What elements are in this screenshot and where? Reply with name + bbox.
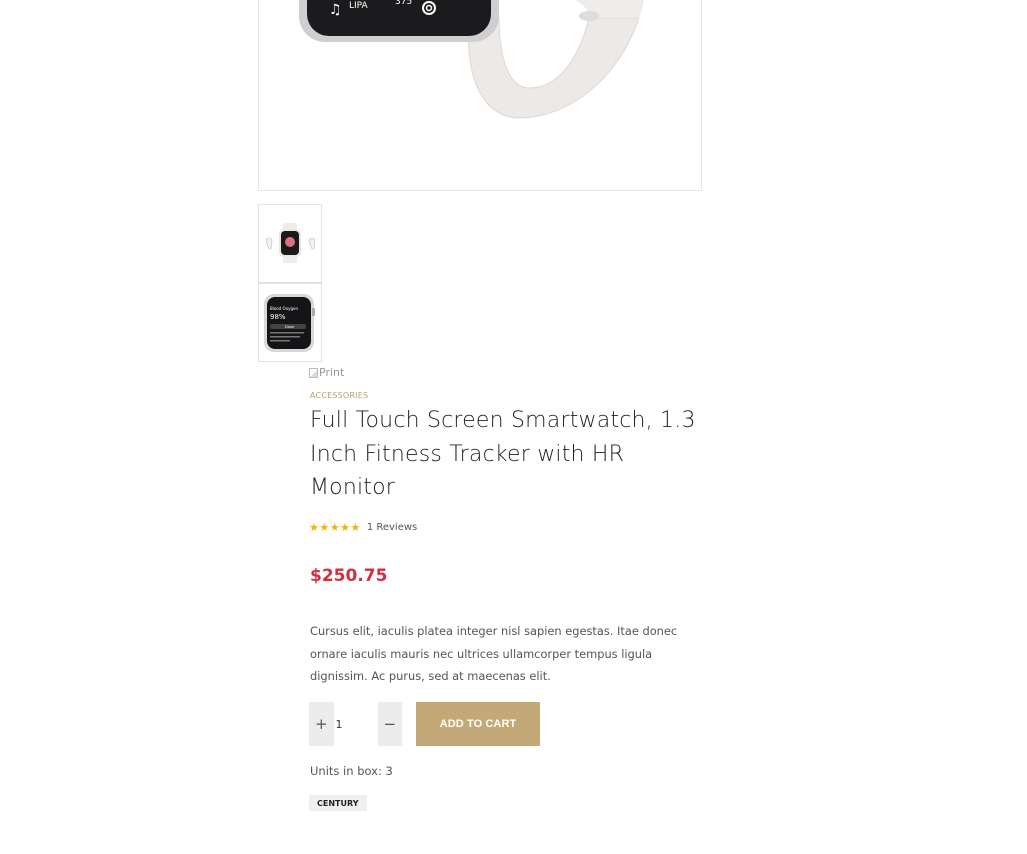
thumbnail-1[interactable] [258,204,322,283]
quantity-increase-button[interactable]: + [309,702,334,746]
watch-text-lipa: LIPA [349,1,369,11]
product-title: Full Touch Screen Smartwatch, 1.3 Inch F… [310,408,696,500]
print-image-placeholder: Print [309,366,344,379]
thumbnail-2[interactable]: Blood Oxygen 98% Done [258,283,322,362]
watch-with-airpods-thumbnail [265,223,316,263]
watch-glyph-1: ♫ [329,2,342,18]
quantity-decrease-button[interactable]: − [378,702,403,746]
blood-oxygen-label: Blood Oxygen [270,306,298,311]
broken-image-icon [309,367,318,378]
blood-oxygen-value: 98% [270,313,286,321]
smartwatch-image: ♫ LIPA 375 [299,0,644,119]
product-description: Cursus elit, iaculis platea integer nisl… [310,624,678,683]
star-rating-icon: ★★★★★ [309,521,361,534]
units-in-box: Units in box: 3 [310,764,393,778]
product-tag[interactable]: CENTURY [309,795,367,811]
blood-oxygen-done: Done [285,325,294,329]
reviews-link[interactable]: 1 Reviews [367,522,417,533]
product-category-link[interactable]: ACCESSORIES [310,391,368,400]
watch-blood-oxygen-thumbnail: Blood Oxygen 98% Done [264,294,315,352]
quantity-input[interactable] [333,702,378,746]
watch-text-375: 375 [395,0,412,7]
quantity-stepper: + − [309,702,402,746]
add-to-cart-button[interactable]: ADD TO CART [416,702,540,746]
print-image-alt: Print [319,366,345,379]
product-price: $250.75 [310,566,388,586]
main-product-image[interactable]: ♫ LIPA 375 [258,0,702,191]
product-rating: ★★★★★ 1 Reviews [309,521,417,534]
